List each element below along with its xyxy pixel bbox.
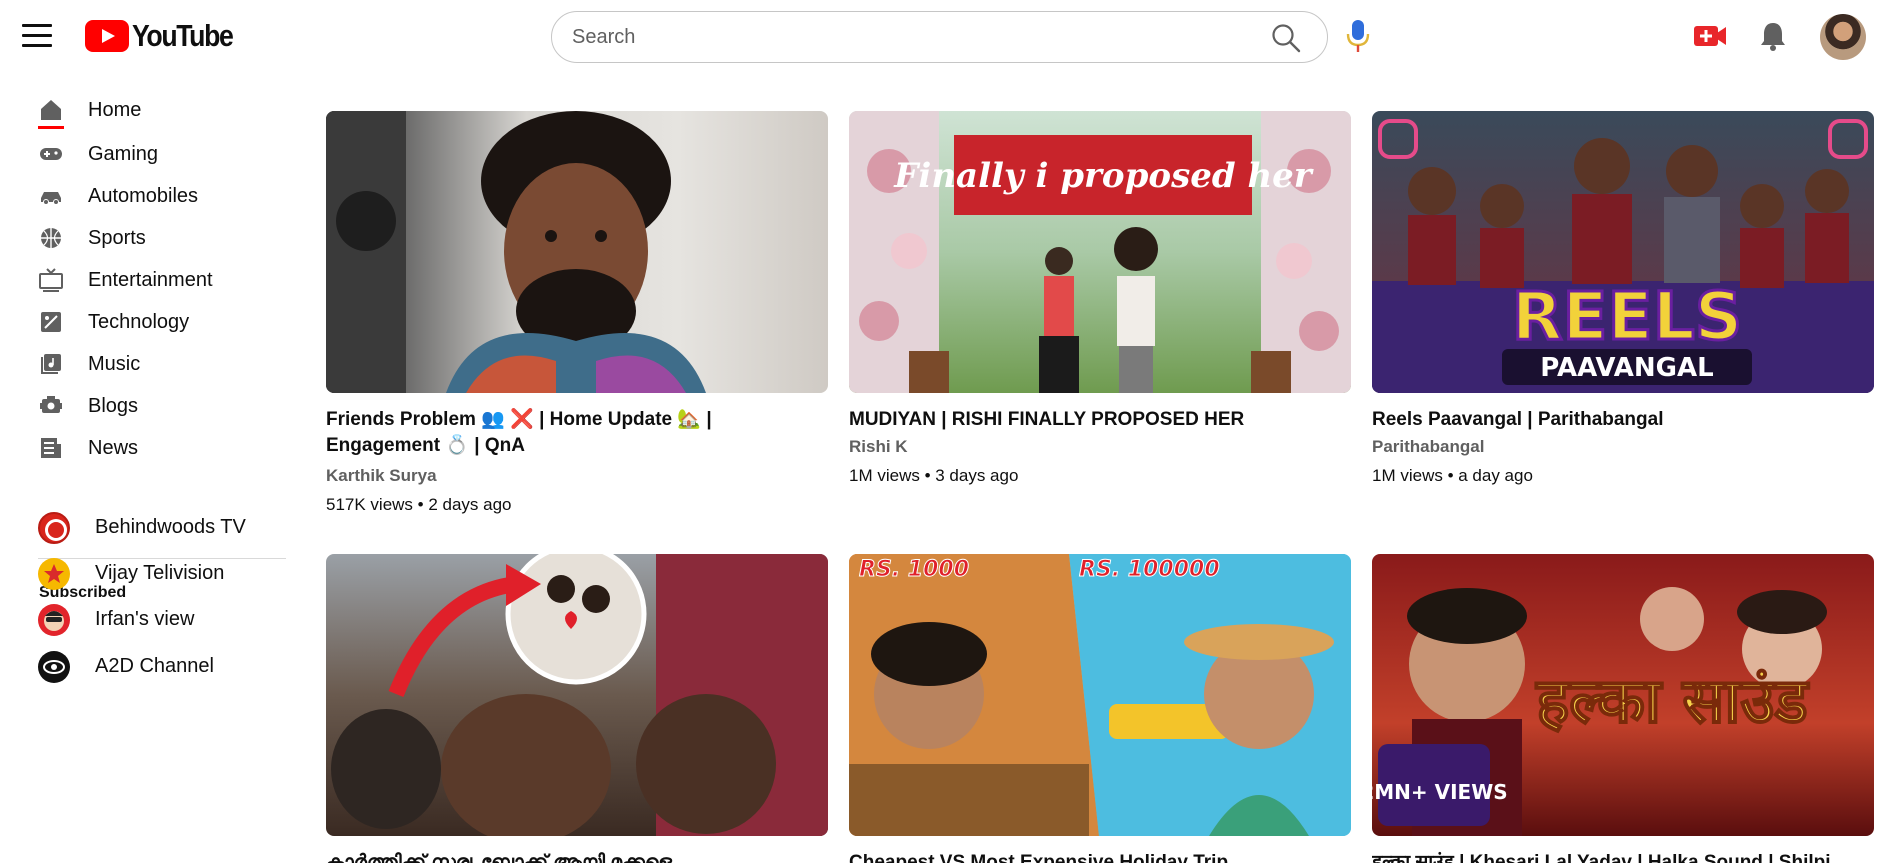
thumbnail-title-text: हल्का साउंड <box>1535 664 1809 737</box>
video-title[interactable]: Cheapest VS Most Expensive Holiday Trip <box>849 850 1349 863</box>
sidebar-item-music[interactable]: Music <box>0 342 290 386</box>
channel-name[interactable]: Parithabangal <box>1372 437 1484 457</box>
video-thumbnail[interactable] <box>326 554 828 836</box>
technology-icon <box>41 312 61 332</box>
tv-icon <box>39 268 63 292</box>
sidebar-item-label: News <box>88 436 139 459</box>
video-meta: 1M views • 3 days ago <box>849 466 1019 485</box>
channel-avatar <box>38 651 70 683</box>
sidebar-item-label: Music <box>88 352 141 375</box>
channel-avatar <box>38 512 70 544</box>
thumbnail-art: Finally i proposed her <box>849 111 1351 393</box>
video-title[interactable]: കാർത്തിക്ക് സൂര്യ ബ്ലോക്ക് ആയി മക്കളെ <box>326 850 826 863</box>
create-video-icon[interactable] <box>1693 22 1727 50</box>
subscription-name: Vijay Telivision <box>95 562 225 584</box>
video-thumbnail[interactable]: REELS PAAVANGAL <box>1372 111 1874 393</box>
sidebar-item-automobiles[interactable]: Automobiles <box>0 174 290 218</box>
top-bar: YouTube <box>0 0 1898 72</box>
thumbnail-art: RS. 1000 RS. 100000 <box>849 554 1351 836</box>
menu-icon[interactable] <box>22 24 52 48</box>
search-input[interactable] <box>572 12 1252 62</box>
thumbnail-title-text: REELS <box>1512 278 1743 355</box>
thumbnail-subtitle-text: PAAVANGAL <box>1540 353 1713 383</box>
channel-name[interactable]: Karthik Surya <box>326 466 437 486</box>
sports-ball-icon <box>41 228 61 248</box>
video-thumbnail[interactable] <box>326 111 828 393</box>
subscription-name: Behindwoods TV <box>95 516 246 538</box>
home-active-indicator <box>38 126 64 129</box>
sidebar-item-label: Technology <box>88 310 190 333</box>
subscription-name: A2D Channel <box>95 655 214 677</box>
search-box <box>551 11 1328 63</box>
thumbnail-art <box>326 111 706 393</box>
gamepad-icon <box>40 148 62 160</box>
sidebar-item-label: Blogs <box>88 394 139 417</box>
notifications-bell-icon[interactable] <box>1758 20 1788 52</box>
blog-icon <box>40 396 62 413</box>
sidebar-item-home[interactable]: Home <box>0 88 290 132</box>
subscription-item[interactable]: Vijay Telivision <box>0 550 290 598</box>
video-card[interactable]: Finally i proposed her MUDIYAN | RISHI F… <box>849 111 1351 531</box>
video-meta: 517K views • 2 days ago <box>326 495 512 514</box>
news-icon <box>41 438 61 458</box>
video-title[interactable]: Friends Problem 👥 ❌ | Home Update 🏡 | En… <box>326 407 766 459</box>
sidebar-item-gaming[interactable]: Gaming <box>0 132 290 176</box>
video-title[interactable]: MUDIYAN | RISHI FINALLY PROPOSED HER <box>849 407 1289 433</box>
video-thumbnail[interactable]: हल्का साउंड 2MN+ VIEWS <box>1372 554 1874 836</box>
sidebar-item-news[interactable]: News <box>0 426 290 470</box>
thumbnail-art: REELS PAAVANGAL <box>1372 119 1874 393</box>
mic-icon[interactable] <box>1344 18 1372 54</box>
channel-name[interactable]: Rishi K <box>849 437 908 457</box>
car-icon <box>41 192 61 205</box>
thumbnail-art: हल्का साउंड 2MN+ VIEWS <box>1372 587 1827 836</box>
channel-avatar <box>38 558 70 590</box>
subscription-item[interactable]: A2D Channel <box>0 643 290 691</box>
subscription-item[interactable]: Irfan's view <box>0 596 290 644</box>
thumbnail-art <box>331 554 828 836</box>
youtube-play-icon <box>85 20 129 52</box>
thumbnail-subtitle-text: 2MN+ VIEWS <box>1372 780 1508 804</box>
home-icon <box>41 100 61 120</box>
video-thumbnail[interactable]: RS. 1000 RS. 100000 <box>849 554 1351 836</box>
video-card[interactable]: RS. 1000 RS. 100000 Cheapest VS Most Exp… <box>849 554 1351 863</box>
sidebar-item-label: Entertainment <box>88 268 213 291</box>
thumbnail-subtitle-text: RS. 100000 <box>1079 557 1220 582</box>
video-meta: 1M views • a day ago <box>1372 466 1533 485</box>
sidebar-item-blogs[interactable]: Blogs <box>0 384 290 428</box>
sidebar-item-label: Gaming <box>88 142 159 165</box>
thumbnail-title-text: Finally i proposed her <box>893 156 1314 196</box>
channel-avatar <box>38 604 70 636</box>
video-card[interactable]: Friends Problem 👥 ❌ | Home Update 🏡 | En… <box>326 111 828 531</box>
subscription-name: Irfan's view <box>95 608 195 630</box>
logo-text: YouTube <box>132 18 234 53</box>
subscription-item[interactable]: Behindwoods TV <box>0 504 290 552</box>
music-icon <box>41 354 61 374</box>
sidebar-item-technology[interactable]: Technology <box>0 300 290 344</box>
sidebar-item-entertainment[interactable]: Entertainment <box>0 258 290 302</box>
sidebar-item-label: Home <box>88 98 142 121</box>
search-icon[interactable] <box>1271 23 1301 53</box>
video-card[interactable]: हल्का साउंड 2MN+ VIEWS हल्का साउंड | Khe… <box>1372 554 1874 863</box>
thumbnail-title-text: RS. 1000 <box>859 557 969 582</box>
user-avatar[interactable] <box>1820 14 1866 60</box>
video-card[interactable]: കാർത്തിക്ക് സൂര്യ ബ്ലോക്ക് ആയി മക്കളെ <box>326 554 828 863</box>
video-card[interactable]: REELS PAAVANGAL Reels Paavangal | Parith… <box>1372 111 1874 531</box>
youtube-logo[interactable]: YouTube <box>85 18 249 54</box>
sidebar-item-label: Sports <box>88 226 146 249</box>
video-title[interactable]: Reels Paavangal | Parithabangal <box>1372 407 1812 433</box>
sidebar-item-label: Automobiles <box>88 184 199 207</box>
video-title[interactable]: हल्का साउंड | Khesari Lal Yadav | Halka … <box>1372 850 1872 863</box>
video-thumbnail[interactable]: Finally i proposed her <box>849 111 1351 393</box>
sidebar-item-sports[interactable]: Sports <box>0 216 290 260</box>
